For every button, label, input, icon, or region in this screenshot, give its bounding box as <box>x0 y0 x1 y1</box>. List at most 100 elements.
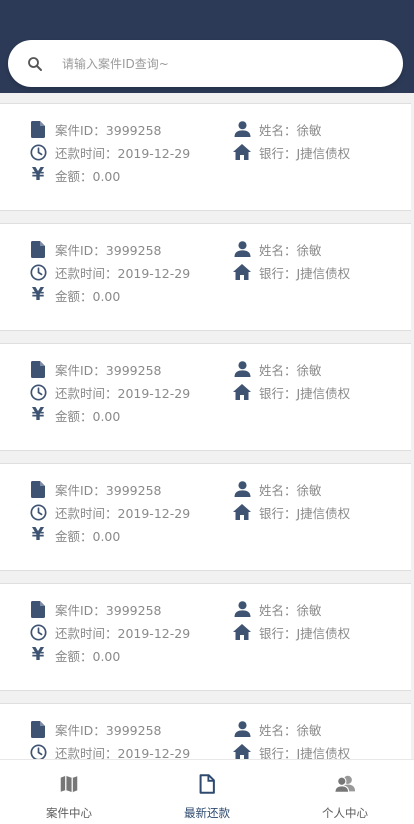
bank-row: 银行：J捷信债权 <box>233 262 350 282</box>
clock-icon <box>29 383 47 401</box>
bank-text: 银行：J捷信债权 <box>259 385 351 401</box>
name-text: 姓名：徐敏 <box>259 362 322 378</box>
name-text: 姓名：徐敏 <box>259 242 322 258</box>
amount-row: ¥ 金额：0.00 <box>29 644 121 665</box>
search-icon[interactable] <box>26 55 44 73</box>
name-text: 姓名：徐敏 <box>259 722 322 738</box>
yen-icon: ¥ <box>31 164 45 185</box>
repayment-card[interactable]: 案件ID：3999258 还款时间：2019-12-29 ¥ 金额：0.00 姓… <box>0 223 411 331</box>
person-icon <box>233 240 251 258</box>
bank-row: 银行：J捷信债权 <box>233 142 350 162</box>
document-icon <box>196 773 218 799</box>
tab-latest-repayment[interactable]: 最新还款 <box>138 760 276 824</box>
file-icon <box>29 480 47 498</box>
name-row: 姓名：徐敏 <box>233 719 322 739</box>
repayment-card[interactable]: 案件ID：3999258 还款时间：2019-12-29 ¥ 金额：0.00 姓… <box>0 703 411 759</box>
search-input[interactable] <box>62 56 362 71</box>
case-id-row: 案件ID：3999258 <box>29 359 161 379</box>
bank-text: 银行：J捷信债权 <box>259 745 351 760</box>
amount-row: ¥ 金额：0.00 <box>29 164 121 185</box>
search-bar[interactable] <box>8 40 403 87</box>
tab-label: 案件中心 <box>46 806 92 820</box>
file-icon <box>29 720 47 738</box>
repay-time-row: 还款时间：2019-12-29 <box>29 742 190 759</box>
amount-text: 金额：0.00 <box>55 648 121 664</box>
amount-text: 金额：0.00 <box>55 288 121 304</box>
repay-time-text: 还款时间：2019-12-29 <box>55 385 191 401</box>
people-icon <box>333 773 357 799</box>
person-icon <box>233 120 251 138</box>
case-id-row: 案件ID：3999258 <box>29 599 161 619</box>
file-icon <box>29 360 47 378</box>
bank-text: 银行：J捷信债权 <box>259 265 351 281</box>
clock-icon <box>29 143 47 161</box>
repay-time-row: 还款时间：2019-12-29 <box>29 622 190 642</box>
amount-text: 金额：0.00 <box>55 528 121 544</box>
repay-time-row: 还款时间：2019-12-29 <box>29 142 190 162</box>
amount-row: ¥ 金额：0.00 <box>29 405 121 425</box>
bank-row: 银行：J捷信债权 <box>233 622 350 642</box>
home-icon <box>233 263 251 281</box>
clock-icon <box>29 623 47 641</box>
name-text: 姓名：徐敏 <box>259 602 322 618</box>
name-row: 姓名：徐敏 <box>233 239 322 259</box>
home-icon <box>233 503 251 521</box>
repayment-card[interactable]: 案件ID：3999258 还款时间：2019-12-29 ¥ 金额：0.00 姓… <box>0 103 411 211</box>
repay-time-text: 还款时间：2019-12-29 <box>55 145 191 161</box>
case-id-text: 案件ID：3999258 <box>55 722 162 738</box>
bank-row: 银行：J捷信债权 <box>233 502 350 522</box>
clock-icon <box>29 743 47 759</box>
name-text: 姓名：徐敏 <box>259 122 322 138</box>
repay-time-row: 还款时间：2019-12-29 <box>29 502 190 522</box>
home-icon <box>233 383 251 401</box>
tab-case-center[interactable]: 案件中心 <box>0 760 138 824</box>
clock-icon <box>29 503 47 521</box>
case-id-text: 案件ID：3999258 <box>55 602 162 618</box>
yen-icon: ¥ <box>31 644 45 665</box>
case-id-row: 案件ID：3999258 <box>29 719 161 739</box>
case-id-text: 案件ID：3999258 <box>55 242 162 258</box>
name-row: 姓名：徐敏 <box>233 479 322 499</box>
home-icon <box>233 143 251 161</box>
name-row: 姓名：徐敏 <box>233 359 322 379</box>
repay-time-text: 还款时间：2019-12-29 <box>55 265 191 281</box>
bank-row: 银行：J捷信债权 <box>233 742 350 759</box>
yen-icon: ¥ <box>31 524 45 545</box>
case-id-row: 案件ID：3999258 <box>29 239 161 259</box>
name-text: 姓名：徐敏 <box>259 482 322 498</box>
map-icon <box>58 773 80 799</box>
file-icon <box>29 600 47 618</box>
case-id-row: 案件ID：3999258 <box>29 119 161 139</box>
amount-row: ¥ 金额：0.00 <box>29 524 121 545</box>
bottom-tab-bar: 案件中心 最新还款 个人中心 <box>0 759 414 824</box>
repayment-list[interactable]: 案件ID：3999258 还款时间：2019-12-29 ¥ 金额：0.00 姓… <box>0 93 414 759</box>
bank-text: 银行：J捷信债权 <box>259 145 351 161</box>
case-id-text: 案件ID：3999258 <box>55 482 162 498</box>
person-icon <box>233 600 251 618</box>
amount-text: 金额：0.00 <box>55 408 121 424</box>
repayment-card[interactable]: 案件ID：3999258 还款时间：2019-12-29 ¥ 金额：0.00 姓… <box>0 583 411 691</box>
home-icon <box>233 623 251 641</box>
amount-row: ¥ 金额：0.00 <box>29 285 121 305</box>
name-row: 姓名：徐敏 <box>233 599 322 619</box>
tab-label: 最新还款 <box>184 806 230 820</box>
home-icon <box>233 743 251 759</box>
case-id-row: 案件ID：3999258 <box>29 479 161 499</box>
repay-time-row: 还款时间：2019-12-29 <box>29 262 190 282</box>
case-id-text: 案件ID：3999258 <box>55 122 162 138</box>
bank-row: 银行：J捷信债权 <box>233 382 350 402</box>
person-icon <box>233 360 251 378</box>
repayment-card[interactable]: 案件ID：3999258 还款时间：2019-12-29 ¥ 金额：0.00 姓… <box>0 343 411 451</box>
clock-icon <box>29 263 47 281</box>
bank-text: 银行：J捷信债权 <box>259 625 351 641</box>
person-icon <box>233 720 251 738</box>
person-icon <box>233 480 251 498</box>
repay-time-text: 还款时间：2019-12-29 <box>55 505 191 521</box>
name-row: 姓名：徐敏 <box>233 119 322 139</box>
repayment-card[interactable]: 案件ID：3999258 还款时间：2019-12-29 ¥ 金额：0.00 姓… <box>0 463 411 571</box>
amount-text: 金额：0.00 <box>55 168 121 184</box>
tab-label: 个人中心 <box>322 806 368 820</box>
tab-personal-center[interactable]: 个人中心 <box>276 760 414 824</box>
case-id-text: 案件ID：3999258 <box>55 362 162 378</box>
file-icon <box>29 120 47 138</box>
